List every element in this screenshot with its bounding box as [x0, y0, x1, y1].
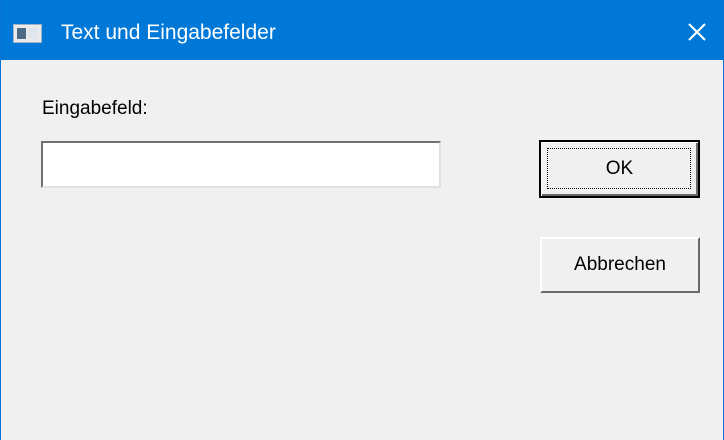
window-title: Text und Eingabefelder — [61, 21, 276, 44]
close-button[interactable] — [679, 14, 715, 50]
text-input[interactable] — [41, 141, 441, 188]
focus-ring — [547, 148, 691, 189]
input-label: Eingabefeld: — [42, 98, 148, 119]
cancel-button[interactable]: Abbrechen — [540, 237, 700, 293]
cancel-button-label: Abbrechen — [574, 254, 666, 275]
dialog-window: Text und Eingabefelder Eingabefeld: OK A… — [0, 0, 724, 440]
ok-button[interactable]: OK — [539, 140, 700, 198]
dialog-content: Eingabefeld: OK Abbrechen — [1, 60, 723, 440]
close-icon — [688, 23, 706, 41]
title-bar[interactable]: Text und Eingabefelder — [1, 0, 723, 60]
app-window-icon — [13, 24, 42, 43]
